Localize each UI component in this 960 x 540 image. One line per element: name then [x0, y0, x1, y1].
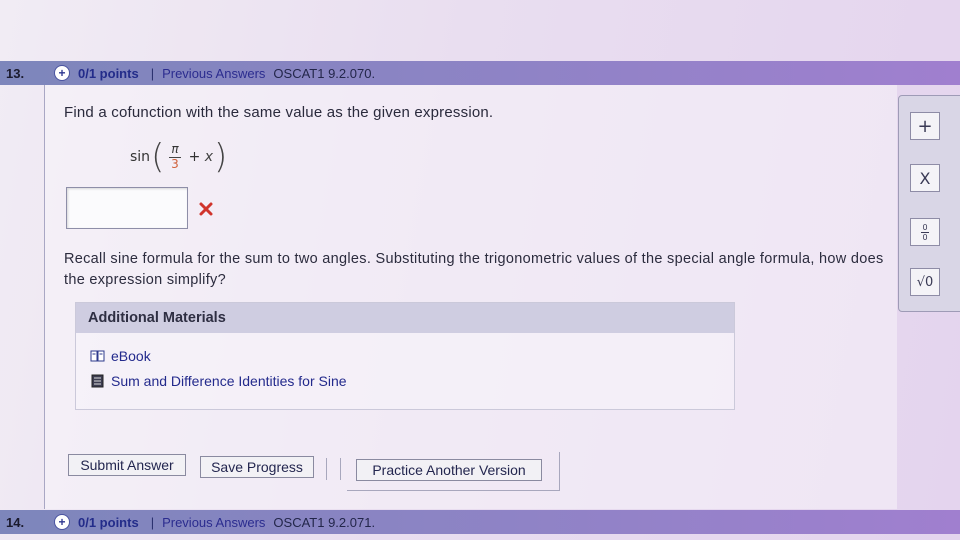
function-name: sin: [130, 149, 151, 165]
question-code: OSCAT1 9.2.070.: [273, 65, 376, 81]
question-13-header: 13. + 0/1 points | Previous Answers OSCA…: [0, 61, 960, 85]
materials-title: Additional Materials: [76, 303, 734, 333]
math-expression: sin ( π 3 + x ): [130, 136, 228, 178]
points-label: 0/1 points: [78, 65, 139, 81]
expand-icon[interactable]: +: [54, 65, 70, 81]
answer-input[interactable]: [66, 187, 188, 229]
previous-answers-link[interactable]: Previous Answers: [162, 66, 265, 81]
question-code: OSCAT1 9.2.071.: [273, 514, 376, 530]
additional-materials: Additional Materials eBook Sum and Diffe…: [75, 302, 735, 410]
sqrt-button[interactable]: √0: [910, 268, 940, 296]
material-label[interactable]: Sum and Difference Identities for Sine: [111, 373, 347, 389]
expand-icon[interactable]: +: [54, 514, 70, 530]
previous-answers-link[interactable]: Previous Answers: [162, 515, 265, 530]
divider: [326, 458, 327, 480]
fraction-numerator: π: [169, 142, 181, 158]
fraction-button[interactable]: 0 0: [910, 218, 940, 246]
points-label: 0/1 points: [78, 514, 139, 530]
question-14-header: 14. + 0/1 points | Previous Answers OSCA…: [0, 510, 960, 534]
material-ebook-link[interactable]: eBook: [90, 348, 151, 364]
question-number: 13.: [6, 65, 25, 81]
submit-answer-button[interactable]: Submit Answer: [68, 454, 186, 476]
hint-text: Recall sine formula for the sum to two a…: [64, 251, 884, 288]
separator: |: [150, 65, 155, 81]
fraction-icon: 0 0: [921, 222, 929, 242]
times-button[interactable]: X: [910, 164, 940, 192]
divider: [340, 458, 341, 480]
document-icon: [91, 374, 104, 388]
question-number: 14.: [6, 514, 25, 530]
fraction: π 3: [169, 142, 181, 171]
practice-another-version-button[interactable]: Practice Another Version: [356, 459, 542, 481]
material-identities-link[interactable]: Sum and Difference Identities for Sine: [90, 373, 347, 389]
math-toolbar: + X 0 0 √0: [898, 95, 960, 312]
separator: |: [150, 514, 155, 530]
expression-tail: + x: [188, 149, 214, 165]
book-icon: [90, 350, 105, 362]
right-paren: ): [214, 137, 228, 177]
material-label[interactable]: eBook: [111, 348, 151, 364]
fraction-denominator: 3: [171, 156, 179, 171]
left-paren: (: [151, 137, 165, 177]
plus-button[interactable]: +: [910, 112, 940, 140]
incorrect-icon: [199, 202, 213, 216]
question-prompt: Find a cofunction with the same value as…: [64, 104, 494, 121]
save-progress-button[interactable]: Save Progress: [200, 456, 314, 478]
